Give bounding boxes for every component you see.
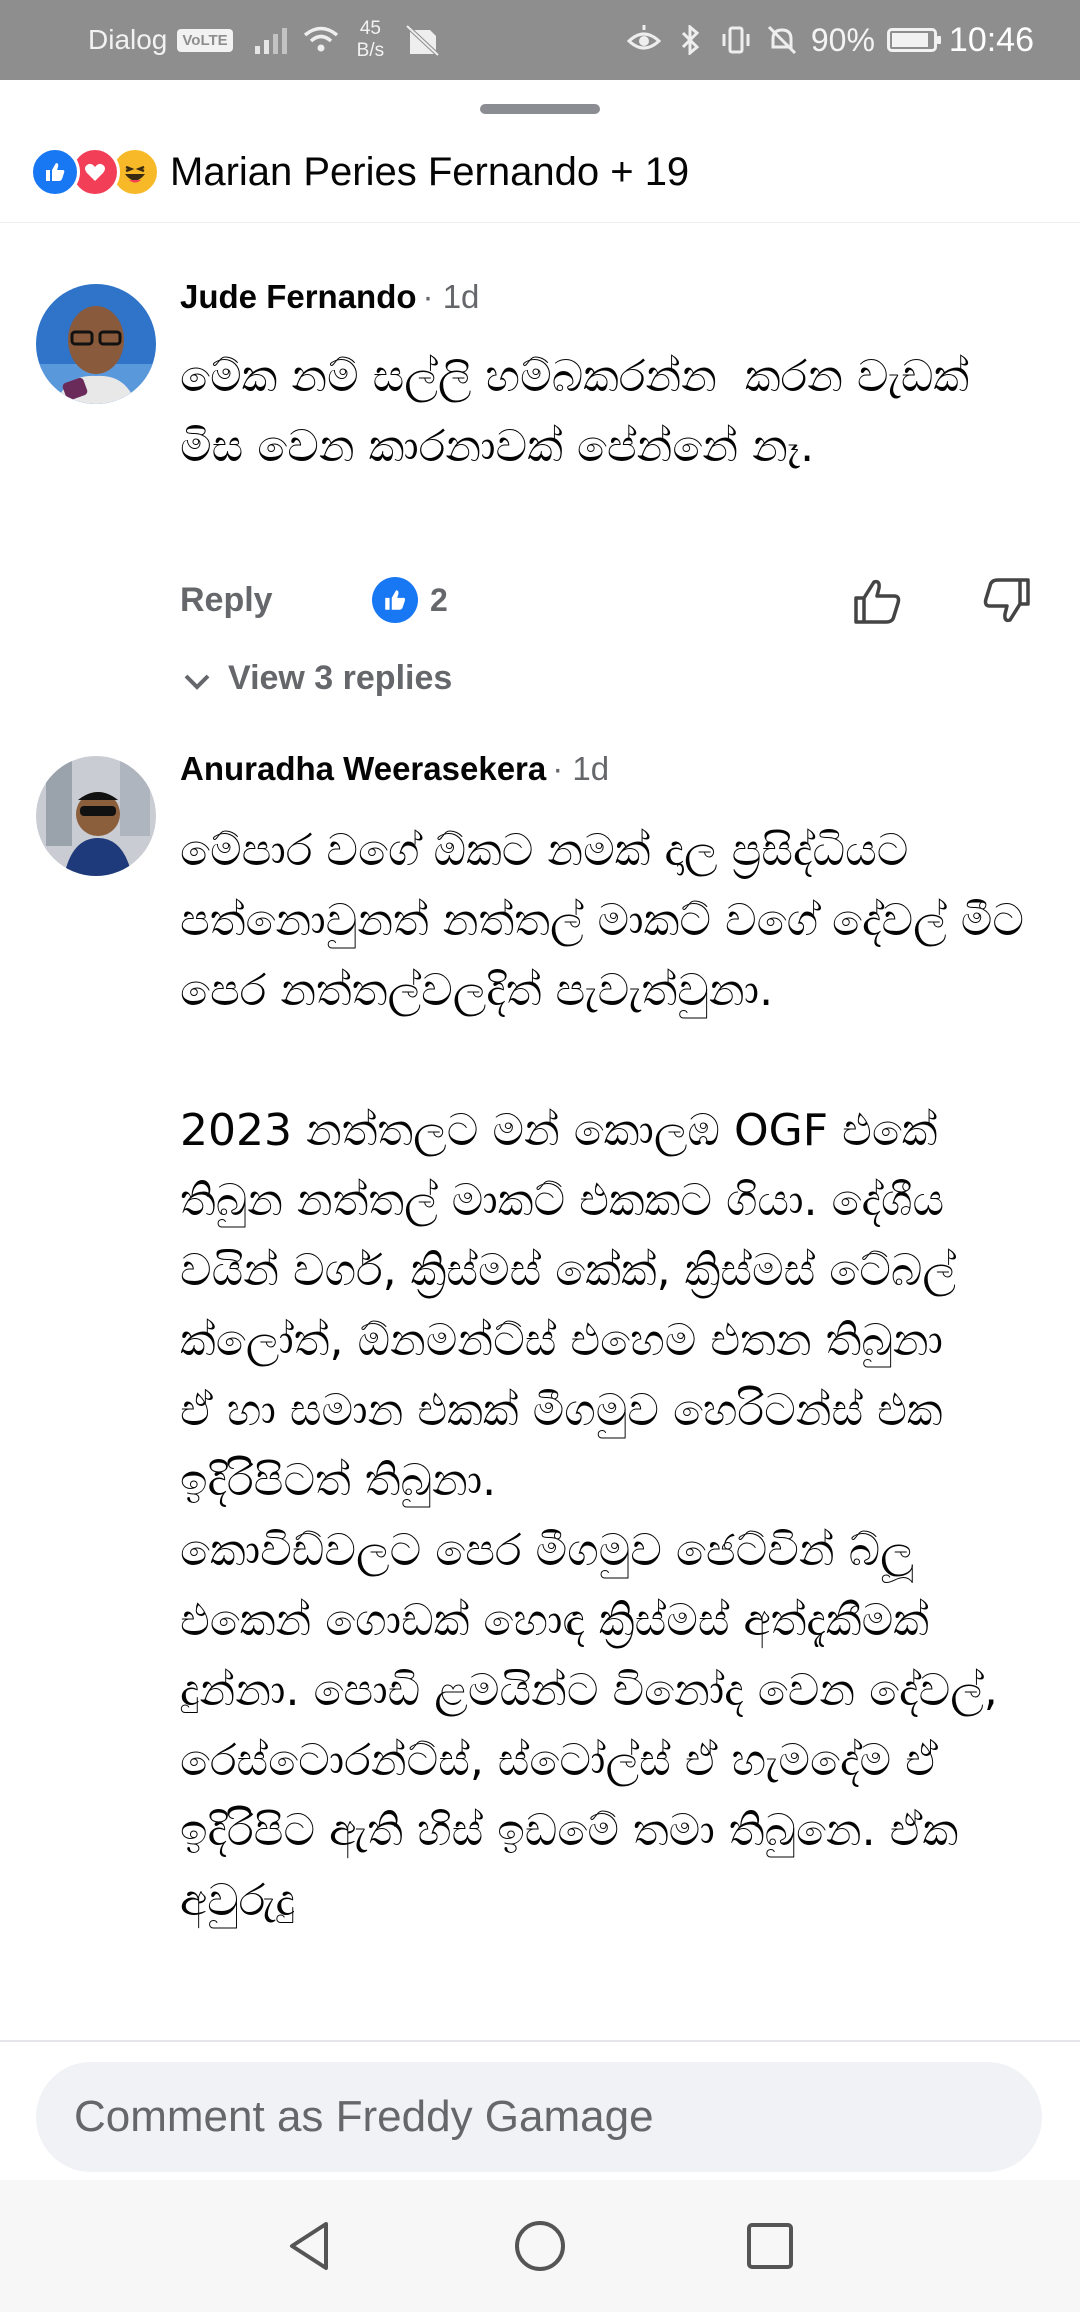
comment-meta: Jude Fernando · 1d xyxy=(180,278,479,316)
comment-composer xyxy=(0,2040,1080,2182)
reactions-summary[interactable]: Marian Peries Fernando + 19 xyxy=(30,140,689,204)
view-replies-button[interactable]: View 3 replies xyxy=(180,656,452,700)
speed-value: 45 xyxy=(359,18,381,39)
header-divider xyxy=(0,222,1080,223)
no-sim-icon xyxy=(405,24,440,56)
comment-age: · 1d xyxy=(552,750,610,787)
carrier-name: Dialog xyxy=(88,24,168,55)
battery-icon xyxy=(886,28,941,52)
comment-text: මේක නම් සල්ලි හම්බකරන්න කරන වැඩක් මිස වෙ… xyxy=(180,351,984,472)
comment-author[interactable]: Anuradha Weerasekera xyxy=(180,750,546,788)
system-nav-bar xyxy=(0,2180,1080,2312)
like-icon xyxy=(30,147,80,197)
drag-handle[interactable] xyxy=(480,104,600,114)
status-bar: Dialog VoLTE 45 B/s 90% 10:46 xyxy=(0,0,1080,80)
comment-meta: Anuradha Weerasekera · 1d xyxy=(180,750,609,788)
signal-icon xyxy=(254,26,287,54)
home-icon[interactable] xyxy=(510,2216,570,2276)
like-count-value: 2 xyxy=(430,581,448,618)
chevron-down-icon xyxy=(184,674,210,690)
comment-actions: Reply 2 xyxy=(180,570,1050,630)
speed-unit: B/s xyxy=(356,40,385,61)
like-count[interactable]: 2 xyxy=(372,570,448,630)
volte-badge: VoLTE xyxy=(177,28,233,52)
avatar[interactable] xyxy=(36,756,156,876)
reply-button[interactable]: Reply xyxy=(180,570,273,630)
comment-text: මේපාර වගේ ඕකට නමක් දාල ප්‍රසිද්ධියට පත්න… xyxy=(180,825,1024,1926)
wifi-icon xyxy=(303,26,338,52)
avatar[interactable] xyxy=(36,284,156,404)
clock: 10:46 xyxy=(948,20,1034,59)
comment-author[interactable]: Jude Fernando xyxy=(180,278,417,316)
eye-comfort-icon xyxy=(626,25,661,50)
bell-muted-icon xyxy=(767,25,796,55)
battery-percentage: 90% xyxy=(810,21,875,58)
vibrate-icon xyxy=(722,26,750,54)
comment-age: · 1d xyxy=(422,278,480,315)
back-icon[interactable] xyxy=(280,2216,340,2276)
like-icon xyxy=(372,577,418,623)
comment-input[interactable] xyxy=(36,2062,1042,2172)
upvote-icon[interactable] xyxy=(850,574,904,628)
reactors-text: Marian Peries Fernando + 19 xyxy=(170,149,690,194)
downvote-icon[interactable] xyxy=(980,574,1034,628)
bluetooth-icon xyxy=(681,25,700,55)
view-replies-label: View 3 replies xyxy=(228,659,453,697)
recents-icon[interactable] xyxy=(740,2216,800,2276)
network-speed: 45 B/s xyxy=(357,18,384,62)
